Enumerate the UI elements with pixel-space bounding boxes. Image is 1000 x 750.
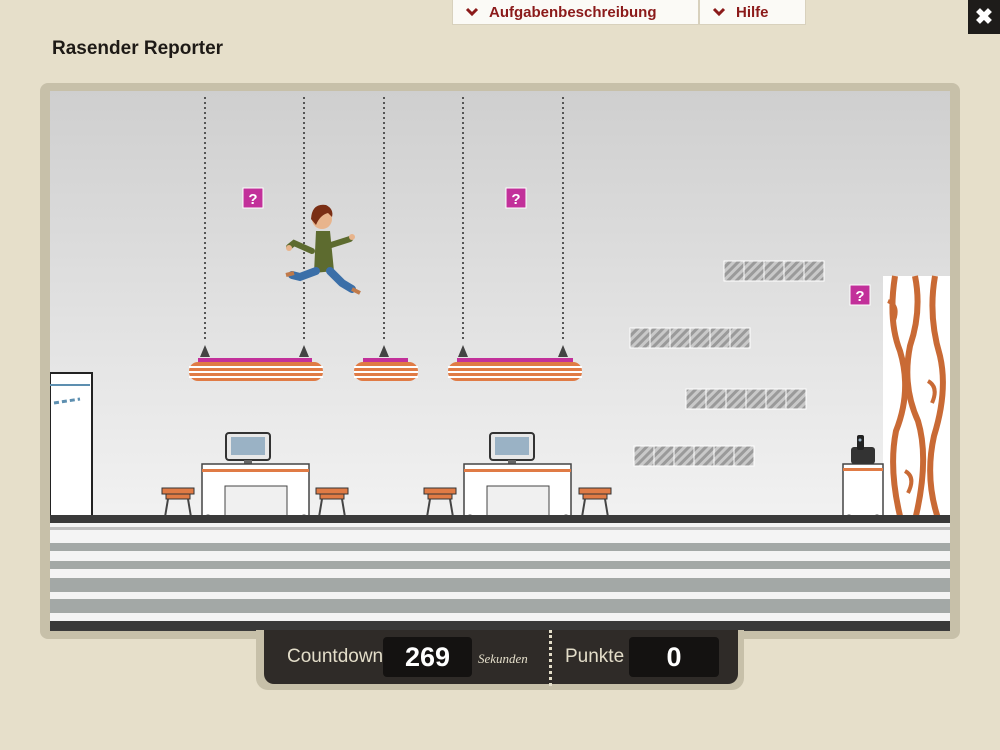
svg-text:?: ? (855, 288, 864, 305)
close-button[interactable]: ✖ (968, 0, 1000, 34)
chevron-down-icon (712, 7, 726, 17)
tab-aufgabenbeschreibung[interactable]: Aufgabenbeschreibung (452, 0, 699, 25)
chevron-down-icon (465, 7, 479, 17)
question-block: ? (849, 284, 871, 306)
stool (315, 487, 349, 500)
countdown-value: 269 (383, 637, 472, 677)
question-block: ? (242, 187, 264, 209)
stool (161, 487, 195, 500)
tab-label: Hilfe (736, 3, 769, 21)
close-icon: ✖ (974, 4, 994, 29)
game-title: Rasender Reporter (52, 38, 224, 59)
hanging-platform (448, 358, 582, 381)
points-label: Punkte (565, 646, 625, 667)
countdown-label: Countdown (287, 646, 384, 667)
countdown-unit: Sekunden (478, 651, 528, 666)
left-wall (50, 372, 93, 520)
points-value: 0 (629, 637, 719, 677)
stool (423, 487, 457, 500)
tab-hilfe[interactable]: Hilfe (699, 0, 806, 25)
header-tabs: Aufgabenbeschreibung Hilfe (452, 0, 806, 25)
hanging-platform (189, 358, 323, 381)
wood-column (883, 275, 950, 526)
tab-label: Aufgabenbeschreibung (489, 3, 657, 21)
game-canvas[interactable]: ? ? ? (50, 91, 950, 631)
hud-divider (549, 630, 552, 686)
svg-text:?: ? (248, 191, 257, 208)
question-block: ? (505, 187, 527, 209)
svg-text:?: ? (511, 191, 520, 208)
floor (50, 515, 950, 631)
stool (578, 487, 612, 500)
